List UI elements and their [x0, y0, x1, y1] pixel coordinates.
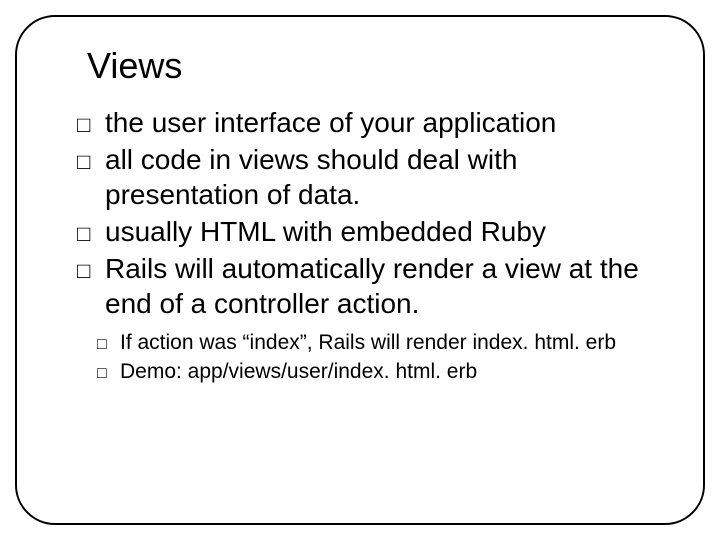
slide-frame: Views the user interface of your applica…: [15, 15, 705, 525]
bullet-item: all code in views should deal with prese…: [77, 142, 663, 212]
bullet-list: the user interface of your application a…: [77, 105, 663, 321]
bullet-item: usually HTML with embedded Ruby: [77, 214, 663, 249]
sub-bullet-item: If action was “index”, Rails will render…: [97, 329, 663, 356]
bullet-item: Rails will automatically render a view a…: [77, 251, 663, 321]
slide-title: Views: [87, 45, 663, 87]
bullet-item: the user interface of your application: [77, 105, 663, 140]
sub-bullet-list: If action was “index”, Rails will render…: [97, 329, 663, 386]
sub-bullet-item: Demo: app/views/user/index. html. erb: [97, 358, 663, 385]
